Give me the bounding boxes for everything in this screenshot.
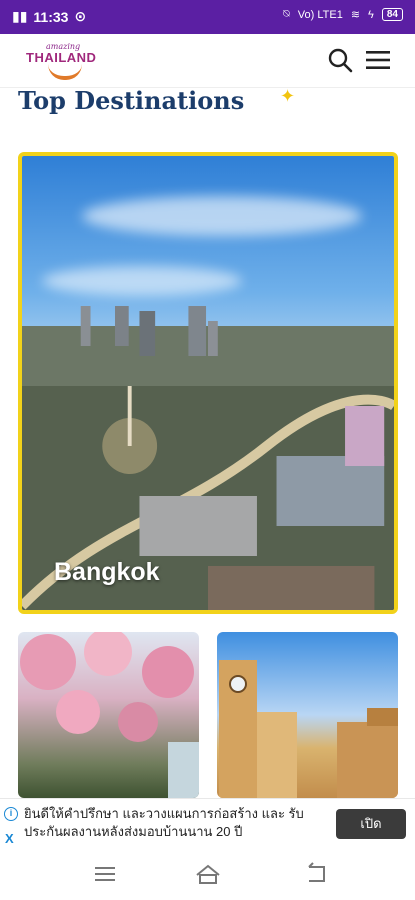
- status-bar: ▮▮ 11:33 ⊙ ⍉ Vo) LTE1 ≋ ϟ 84: [0, 0, 415, 34]
- ad-info-icon[interactable]: i: [4, 807, 18, 821]
- home-nav-icon[interactable]: [195, 862, 221, 886]
- cloud: [82, 196, 362, 236]
- charging-icon: ϟ: [368, 8, 374, 21]
- cherry-blossom-photo: [20, 632, 199, 798]
- ad-banner[interactable]: i X ยินดีให้คำปรึกษา และวางแผนการก่อสร้า…: [0, 798, 415, 850]
- amazing-thailand-logo[interactable]: amazing THAILAND: [24, 42, 104, 82]
- ad-open-button[interactable]: เปิด: [336, 809, 406, 839]
- destination-card-bangkok[interactable]: Bangkok: [18, 152, 398, 614]
- ad-close-icon[interactable]: X: [5, 831, 14, 846]
- signal-icon: ▮▮: [12, 8, 28, 24]
- ad-text: ยินดีให้คำปรึกษา และวางแผนการก่อสร้าง แล…: [24, 806, 304, 839]
- status-time: 11:33: [33, 8, 69, 25]
- section-title: Top Destinations: [18, 86, 245, 115]
- search-icon[interactable]: [326, 46, 354, 74]
- app-notification-icon: ⊙: [74, 8, 87, 24]
- destination-card-phuket[interactable]: [217, 632, 398, 798]
- clock-tower-photo: [219, 660, 398, 798]
- system-nav-bar: [0, 850, 415, 900]
- wifi-icon: ≋: [350, 9, 361, 21]
- sparkle-icon: ✦: [280, 86, 296, 106]
- destination-label: Bangkok: [54, 558, 160, 586]
- back-nav-icon[interactable]: [304, 862, 330, 886]
- logo-big-text: THAILAND: [26, 50, 97, 65]
- cloud: [42, 266, 242, 296]
- mute-icon: ⍉: [283, 8, 290, 20]
- logo-arc: [48, 64, 82, 80]
- destination-card-blossom[interactable]: [18, 632, 199, 798]
- battery-level: 84: [381, 8, 403, 21]
- network-label: Vo) LTE1: [297, 8, 343, 21]
- menu-icon[interactable]: [364, 46, 392, 74]
- menu-nav-icon[interactable]: [92, 862, 118, 886]
